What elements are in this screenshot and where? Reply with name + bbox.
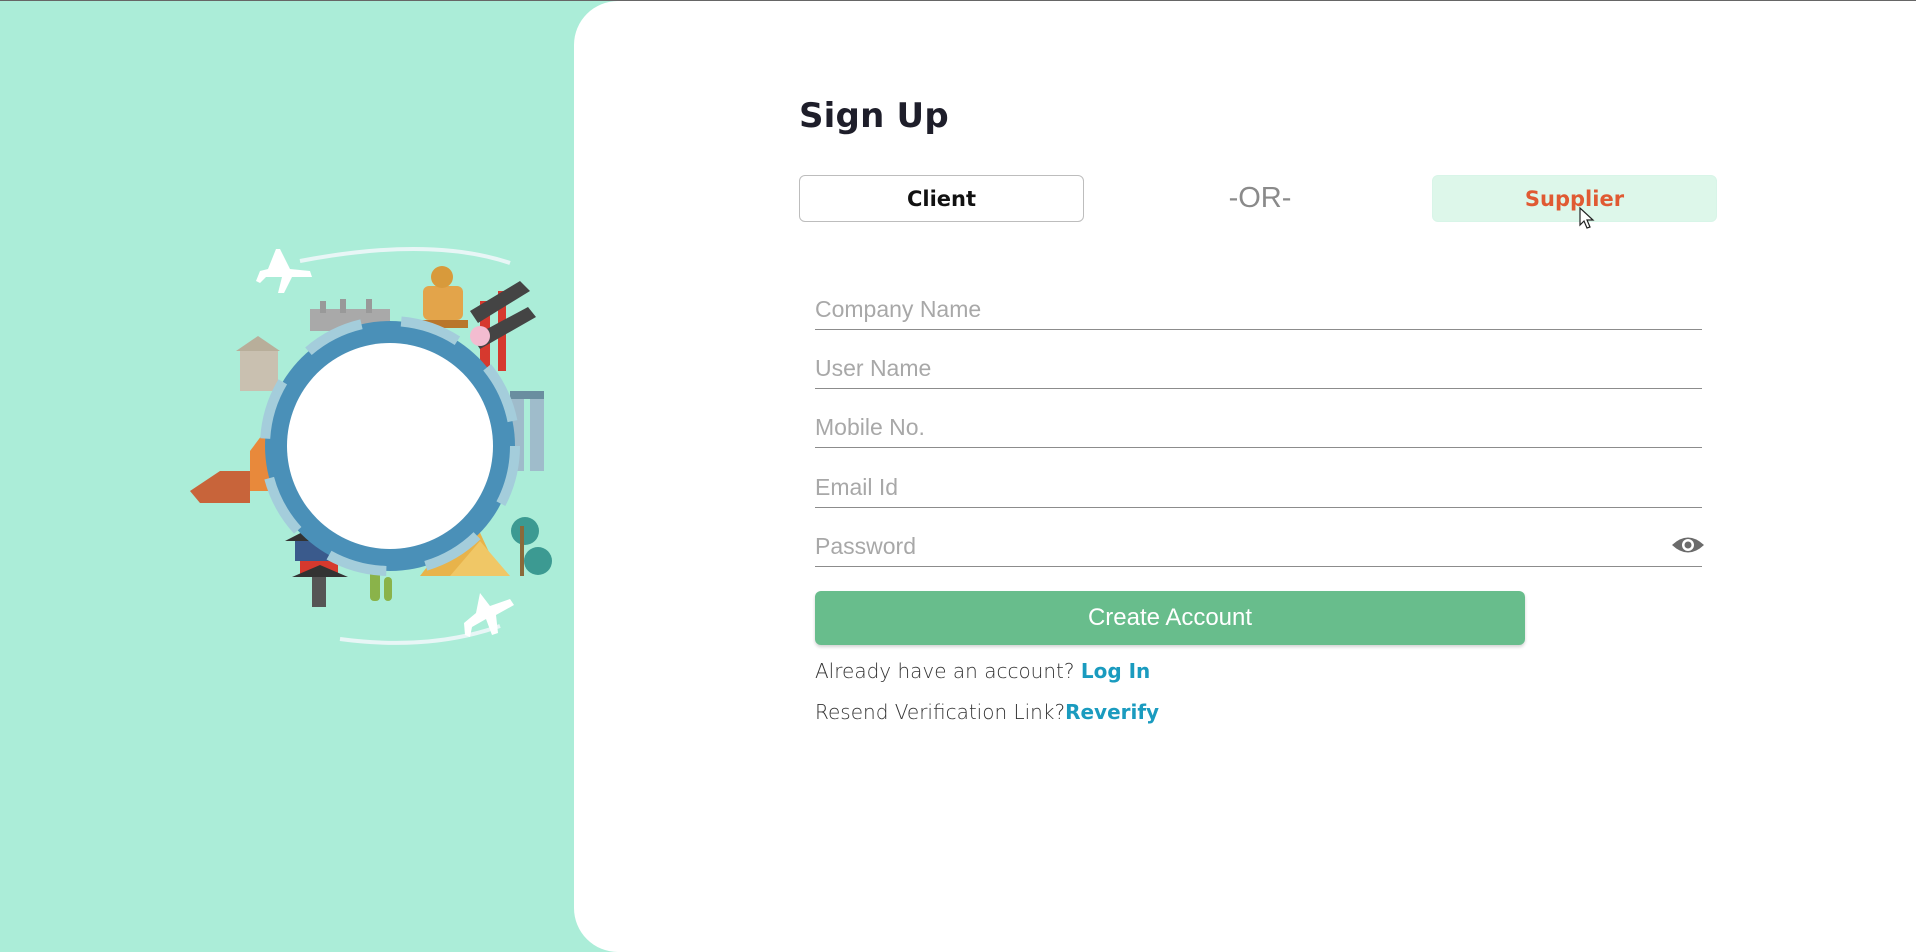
password-input[interactable] — [815, 533, 1675, 560]
mobile-field — [815, 397, 1702, 448]
company-name-input[interactable] — [815, 296, 1675, 323]
supplier-type-button[interactable]: Supplier — [1432, 175, 1717, 222]
email-input[interactable] — [815, 474, 1675, 501]
client-type-button[interactable]: Client — [799, 175, 1084, 222]
company-name-field — [815, 279, 1702, 330]
reverify-prompt-text: Resend Verification Link? — [815, 700, 1066, 724]
create-account-button[interactable]: Create Account — [815, 591, 1525, 645]
mouse-cursor-icon — [1579, 207, 1595, 229]
left-decorative-panel — [0, 1, 600, 952]
reverify-prompt-line: Resend Verification Link?Reverify — [815, 700, 1159, 724]
password-field — [815, 516, 1704, 567]
mobile-input[interactable] — [815, 414, 1675, 441]
page-title: Sign Up — [799, 96, 949, 136]
login-prompt-line: Already have an account? Log In — [815, 659, 1150, 683]
world-travel-globe-illustration — [180, 241, 580, 651]
login-link[interactable]: Log In — [1081, 659, 1150, 683]
user-name-field — [815, 338, 1702, 389]
email-field — [815, 457, 1702, 508]
user-name-input[interactable] — [815, 355, 1675, 382]
login-prompt-text: Already have an account? — [815, 659, 1081, 683]
eye-icon[interactable] — [1670, 534, 1706, 556]
or-separator: -OR- — [1228, 182, 1292, 214]
reverify-link[interactable]: Reverify — [1065, 700, 1159, 724]
